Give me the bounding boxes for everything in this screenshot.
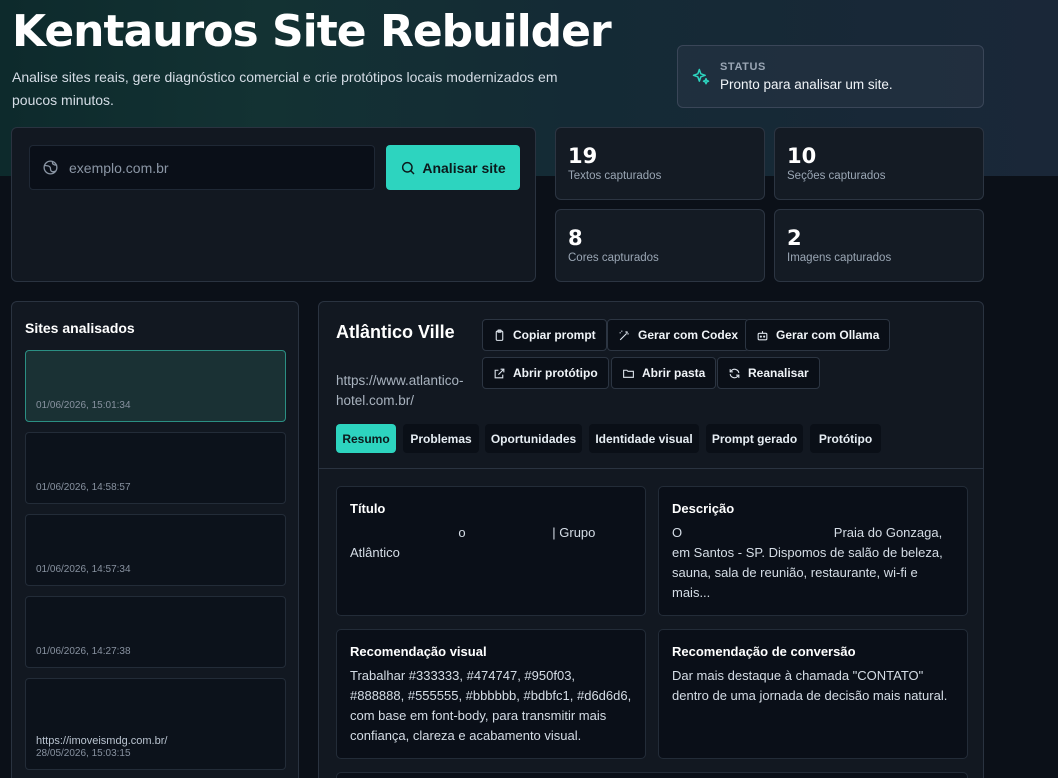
open-folder-button[interactable]: Abrir pasta	[611, 357, 717, 389]
site-list-item[interactable]: 01/06/2026, 14:27:38	[25, 596, 286, 668]
card-text: Trabalhar #333333, #474747, #950f03, #88…	[350, 668, 635, 743]
tab-prototipo[interactable]: Protótipo	[810, 424, 881, 453]
card-heading: Descrição	[672, 501, 735, 516]
card-text: O Praia do Gonzaga, em Santos - SP. Disp…	[672, 525, 947, 600]
visual-recommendation-card: Recomendação visual Trabalhar #333333, #…	[336, 629, 646, 759]
tab-prompt-gerado[interactable]: Prompt gerado	[706, 424, 803, 453]
divider	[319, 468, 983, 469]
status-card: STATUS Pronto para analisar um site.	[677, 45, 984, 108]
copy-prompt-button[interactable]: Copiar prompt	[482, 319, 607, 351]
app-subtitle: Analise sites reais, gere diagnóstico co…	[12, 69, 558, 108]
ollama-button[interactable]: Gerar com Ollama	[745, 319, 891, 351]
search-panel: exemplo.com.br Analisar site	[11, 127, 536, 282]
codex-label: Gerar com Codex	[638, 328, 739, 342]
ollama-label: Gerar com Ollama	[776, 328, 880, 342]
open-prototype-button[interactable]: Abrir protótipo	[482, 357, 609, 389]
description-card: Descrição O Praia do Gonzaga, em Santos …	[658, 486, 968, 616]
site-date: 01/06/2026, 15:01:34	[36, 400, 131, 411]
folder-icon	[622, 367, 635, 380]
open-prototype-label: Abrir protótipo	[513, 366, 598, 380]
stat-caption: Seções capturados	[787, 170, 886, 182]
next-card	[336, 772, 968, 778]
external-link-icon	[493, 367, 506, 380]
tab-oportunidades[interactable]: Oportunidades	[485, 424, 582, 453]
site-url-detail: https://www.atlantico-hotel.com.br/	[336, 373, 464, 408]
site-list-item[interactable]: 01/06/2026, 14:58:57	[25, 432, 286, 504]
tab-identidade-visual[interactable]: Identidade visual	[589, 424, 699, 453]
stat-value: 8	[568, 226, 583, 250]
search-icon	[400, 160, 416, 176]
stat-value: 2	[787, 226, 802, 250]
reanalyze-label: Reanalisar	[748, 366, 809, 380]
analyze-button-label: Analisar site	[422, 159, 506, 176]
site-url: https://imoveismdg.com.br/	[36, 735, 168, 747]
status-text: Pronto para analisar um site.	[720, 77, 893, 92]
url-placeholder: exemplo.com.br	[69, 159, 169, 176]
site-date: 01/06/2026, 14:27:38	[36, 646, 131, 657]
refresh-icon	[728, 367, 741, 380]
stat-caption: Cores capturados	[568, 252, 659, 264]
status-label: STATUS	[720, 61, 766, 73]
bot-icon	[756, 329, 769, 342]
site-date: 01/06/2026, 14:57:34	[36, 564, 131, 575]
sites-panel: Sites analisados 01/06/2026, 15:01:34 01…	[11, 301, 299, 778]
site-list-item[interactable]: 01/06/2026, 14:57:34	[25, 514, 286, 586]
stat-texts: 19 Textos capturados	[555, 127, 765, 200]
open-folder-label: Abrir pasta	[642, 366, 706, 380]
site-name: Atlântico Ville	[336, 322, 455, 342]
title-card: Título o | Grupo Atlântico	[336, 486, 646, 616]
sparkles-icon	[691, 67, 711, 87]
site-list-item[interactable]: 01/06/2026, 15:01:34	[25, 350, 286, 422]
stat-caption: Textos capturados	[568, 170, 662, 182]
site-date: 28/05/2026, 15:03:15	[36, 748, 131, 759]
globe-icon	[42, 159, 59, 176]
card-text: Dar mais destaque à chamada "CONTATO" de…	[672, 668, 948, 703]
stat-caption: Imagens capturados	[787, 252, 892, 264]
stat-value: 19	[568, 144, 598, 168]
detail-panel: Atlântico Ville https://www.atlantico-ho…	[318, 301, 984, 778]
stat-images: 2 Imagens capturados	[774, 209, 984, 282]
card-text: o | Grupo Atlântico	[350, 525, 599, 560]
site-list-item[interactable]: https://imoveismdg.com.br/ 28/05/2026, 1…	[25, 678, 286, 770]
sites-heading: Sites analisados	[25, 320, 135, 336]
conversion-recommendation-card: Recomendação de conversão Dar mais desta…	[658, 629, 968, 759]
clipboard-icon	[493, 329, 506, 342]
magic-wand-icon	[618, 329, 631, 342]
app-title: Kentauros Site Rebuilder	[12, 6, 612, 57]
analyze-button[interactable]: Analisar site	[386, 145, 520, 190]
card-heading: Recomendação visual	[350, 644, 487, 659]
tab-problemas[interactable]: Problemas	[403, 424, 479, 453]
site-date: 01/06/2026, 14:58:57	[36, 482, 131, 493]
url-input[interactable]: exemplo.com.br	[29, 145, 375, 190]
stat-colors: 8 Cores capturados	[555, 209, 765, 282]
stat-value: 10	[787, 144, 817, 168]
copy-prompt-label: Copiar prompt	[513, 328, 596, 342]
stat-sections: 10 Seções capturados	[774, 127, 984, 200]
tab-resumo[interactable]: Resumo	[336, 424, 396, 453]
card-heading: Recomendação de conversão	[672, 644, 856, 659]
card-heading: Título	[350, 501, 386, 516]
codex-button[interactable]: Gerar com Codex	[607, 319, 750, 351]
reanalyze-button[interactable]: Reanalisar	[717, 357, 820, 389]
